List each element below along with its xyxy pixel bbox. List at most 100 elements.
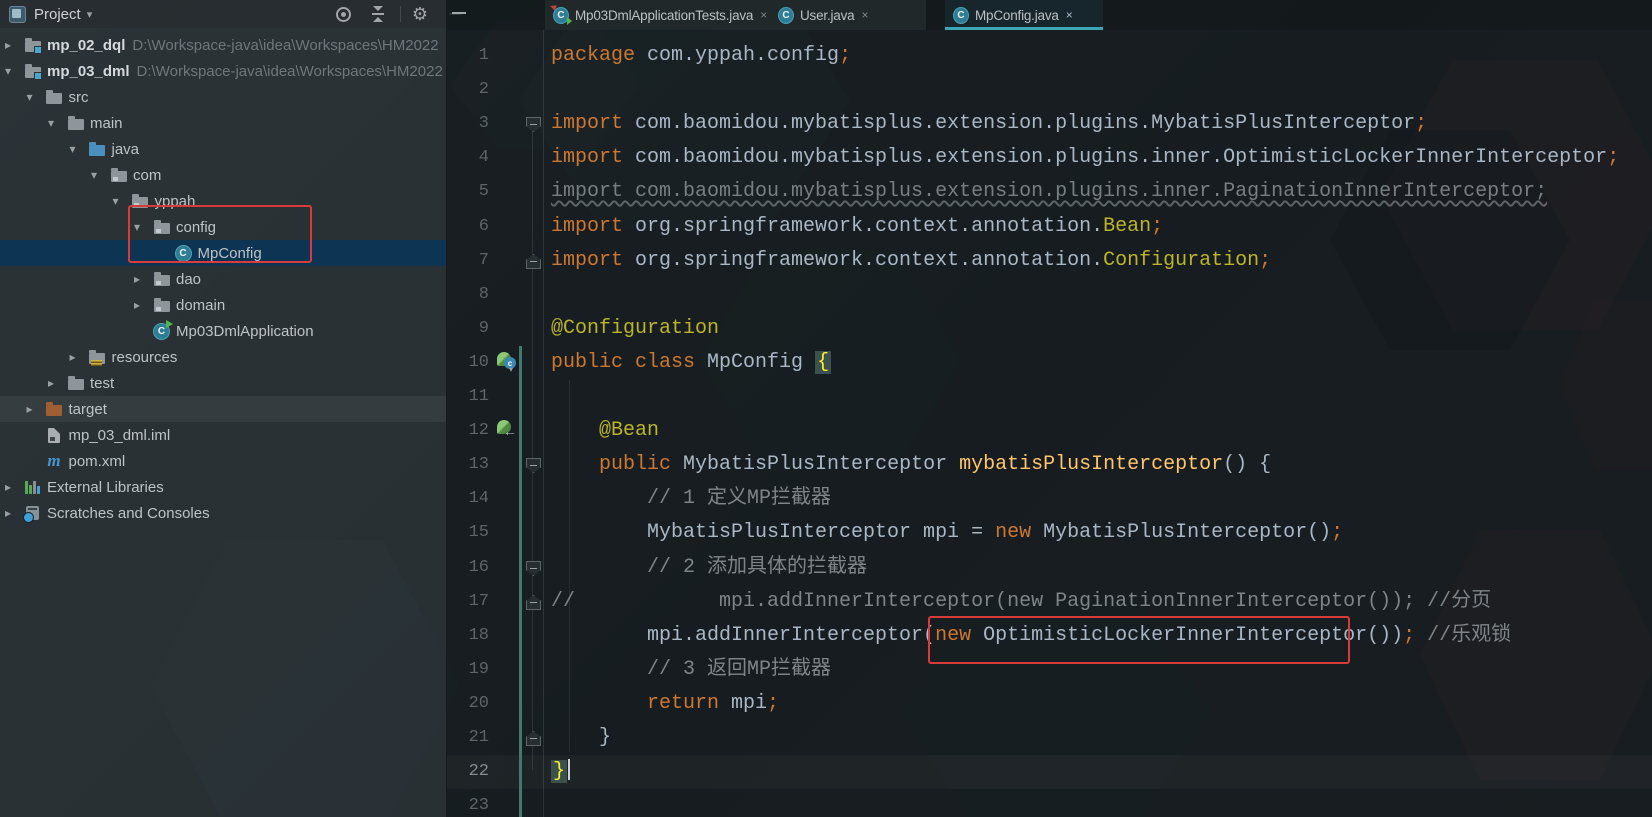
tree-item-label: test [90,374,115,392]
code-token: } [551,726,612,749]
code-line-6[interactable]: import org.springframework.context.annot… [551,210,1163,244]
tree-item-java[interactable]: ▾ java [0,136,446,162]
tree-item-main[interactable]: ▾ main [0,110,446,136]
chevron-expanded-icon[interactable]: ▾ [5,64,24,78]
tab-mpconfig-java[interactable]: C MpConfig.java × [945,0,1103,30]
chevron-collapsed-icon[interactable]: ▸ [70,350,89,364]
tree-item-pom-xml[interactable]: m pom.xml [0,448,446,474]
chevron-collapsed-icon[interactable]: ▸ [27,402,46,416]
code-line-19[interactable]: // 3 返回MP拦截器 [551,653,831,687]
tab-mp03dmlapplicationtests-java[interactable]: C Mp03DmlApplicationTests.java × [545,0,783,30]
tree-item-resources[interactable]: ▸ resources [0,344,446,370]
stripe-minimize-icon[interactable] [452,12,466,14]
tree-item-yppah[interactable]: ▾ yppah [0,188,446,214]
chevron-collapsed-icon[interactable]: ▸ [48,376,67,390]
toolbar-divider [400,6,401,22]
tree-item-config[interactable]: ▾ config [0,214,446,240]
chevron-down-icon[interactable]: ▾ [87,8,93,21]
line-number: 21 [468,728,489,747]
tree-item-src[interactable]: ▾ src [0,84,446,110]
project-panel-title[interactable]: Project [34,6,81,23]
tree-item-com[interactable]: ▾ com [0,162,446,188]
code-area[interactable]: 1 package com.yppah.config; 2 3 import com.b… [447,30,1652,817]
fold-region-end-icon[interactable] [526,731,541,746]
tree-item-mp03dmlapplication[interactable]: C Mp03DmlApplication [0,318,446,344]
code-line-18[interactable]: mpi.addInnerInterceptor(new OptimisticLo… [551,619,1511,653]
locate-file-icon[interactable] [334,5,352,23]
chevron-expanded-icon[interactable]: ▾ [70,142,89,156]
code-line-15[interactable]: MybatisPlusInterceptor mpi = new Mybatis… [551,516,1343,550]
code-line-12[interactable]: @Bean [551,414,659,448]
code-line-1[interactable]: package com.yppah.config; [551,39,851,73]
chevron-collapsed-icon[interactable]: ▸ [5,506,24,520]
chevron-expanded-icon[interactable]: ▾ [113,194,132,208]
tree-item-test[interactable]: ▸ test [0,370,446,396]
chevron-expanded-icon[interactable]: ▾ [134,220,153,234]
tree-item-label: External Libraries [47,478,164,496]
code-line-14[interactable]: // 1 定义MP拦截器 [551,482,831,516]
folder-icon [67,115,84,131]
line-number: 11 [468,387,489,406]
code-line-22[interactable]: } [551,755,571,789]
close-icon[interactable]: × [861,8,868,22]
line-number: 23 [468,796,489,815]
code-line-16[interactable]: // 2 添加具体的拦截器 [551,551,867,585]
code-line-4[interactable]: import com.baomidou.mybatisplus.extensio… [551,141,1619,175]
fold-region-end-icon[interactable] [526,254,541,269]
code-token: () { [1223,453,1272,476]
fold-region-start-icon[interactable] [526,561,541,576]
chevron-collapsed-icon[interactable]: ▸ [134,298,153,312]
tree-item-domain[interactable]: ▸ domain [0,292,446,318]
package-icon [153,219,170,235]
code-line-17[interactable]: // mpi.addInnerInterceptor(new Paginatio… [551,585,1491,619]
code-line-21[interactable]: } [551,721,611,755]
chevron-expanded-icon[interactable]: ▾ [48,116,67,130]
fold-region-end-icon[interactable] [526,595,541,610]
code-token: @Bean [599,419,660,442]
code-line-13[interactable]: public MybatisPlusInterceptor mybatisPlu… [551,448,1271,482]
code-line-10[interactable]: public class MpConfig { [551,346,832,380]
collapse-all-icon[interactable] [369,5,387,23]
fold-region-start-icon[interactable] [526,458,541,473]
line-number: 22 [468,762,489,781]
tree-item-mpconfig[interactable]: C MpConfig [0,240,446,266]
code-line-3[interactable]: import com.baomidou.mybatisplus.extensio… [551,107,1427,141]
code-line-20[interactable]: return mpi; [551,687,779,721]
code-line-9[interactable]: @Configuration [551,312,719,346]
chevron-collapsed-icon[interactable]: ▸ [5,38,24,52]
chevron-expanded-icon[interactable]: ▾ [27,90,46,104]
tree-item-mp-02-dql[interactable]: ▸ mp_02_dql D:\Workspace-java\idea\Workspa… [0,32,446,58]
tree-item-target[interactable]: ▸ target [0,396,446,422]
tree-item-mp-03-dml-iml[interactable]: mp_03_dml.iml [0,422,446,448]
spring-config-gutter-icon[interactable]: c ▾ [497,352,517,374]
fold-guide-line [532,120,533,770]
chevron-collapsed-icon[interactable]: ▸ [5,480,24,494]
maven-icon: m [47,451,61,470]
close-icon[interactable]: × [760,8,767,22]
code-token: mpi.addInnerInterceptor( [551,624,936,647]
close-icon[interactable]: × [1066,8,1073,22]
tree-item-label: com [133,166,162,184]
line-number: 10 [468,353,489,372]
tree-item-external-libraries[interactable]: ▸ External Libraries [0,474,446,500]
chevron-collapsed-icon[interactable]: ▸ [134,272,153,286]
spring-bean-gutter-icon[interactable]: ← [497,420,517,440]
gear-icon[interactable]: ⚙ [411,4,429,24]
tree-item-label: java [111,140,140,158]
code-token: OptimisticLockerInnerInterceptor()) [971,624,1404,647]
code-line-5[interactable]: import com.baomidou.mybatisplus.extensio… [551,175,1547,209]
module-file-icon [46,427,63,443]
code-line-7[interactable]: import org.springframework.context.annot… [551,244,1271,278]
tree-item-scratches-and-consoles[interactable]: ▸ Scratches and Consoles [0,500,446,526]
fold-region-start-icon[interactable] [526,117,541,132]
tree-item-mp-03-dml[interactable]: ▾ mp_03_dml D:\Workspace-java\idea\Workspa… [0,58,446,84]
tree-item-dao[interactable]: ▸ dao [0,266,446,292]
folder-icon [46,89,63,105]
code-token: new [935,624,972,647]
tab-user-java[interactable]: C User.java × [770,0,926,30]
chevron-expanded-icon[interactable]: ▾ [91,168,110,182]
current-line-highlight [447,755,1652,789]
